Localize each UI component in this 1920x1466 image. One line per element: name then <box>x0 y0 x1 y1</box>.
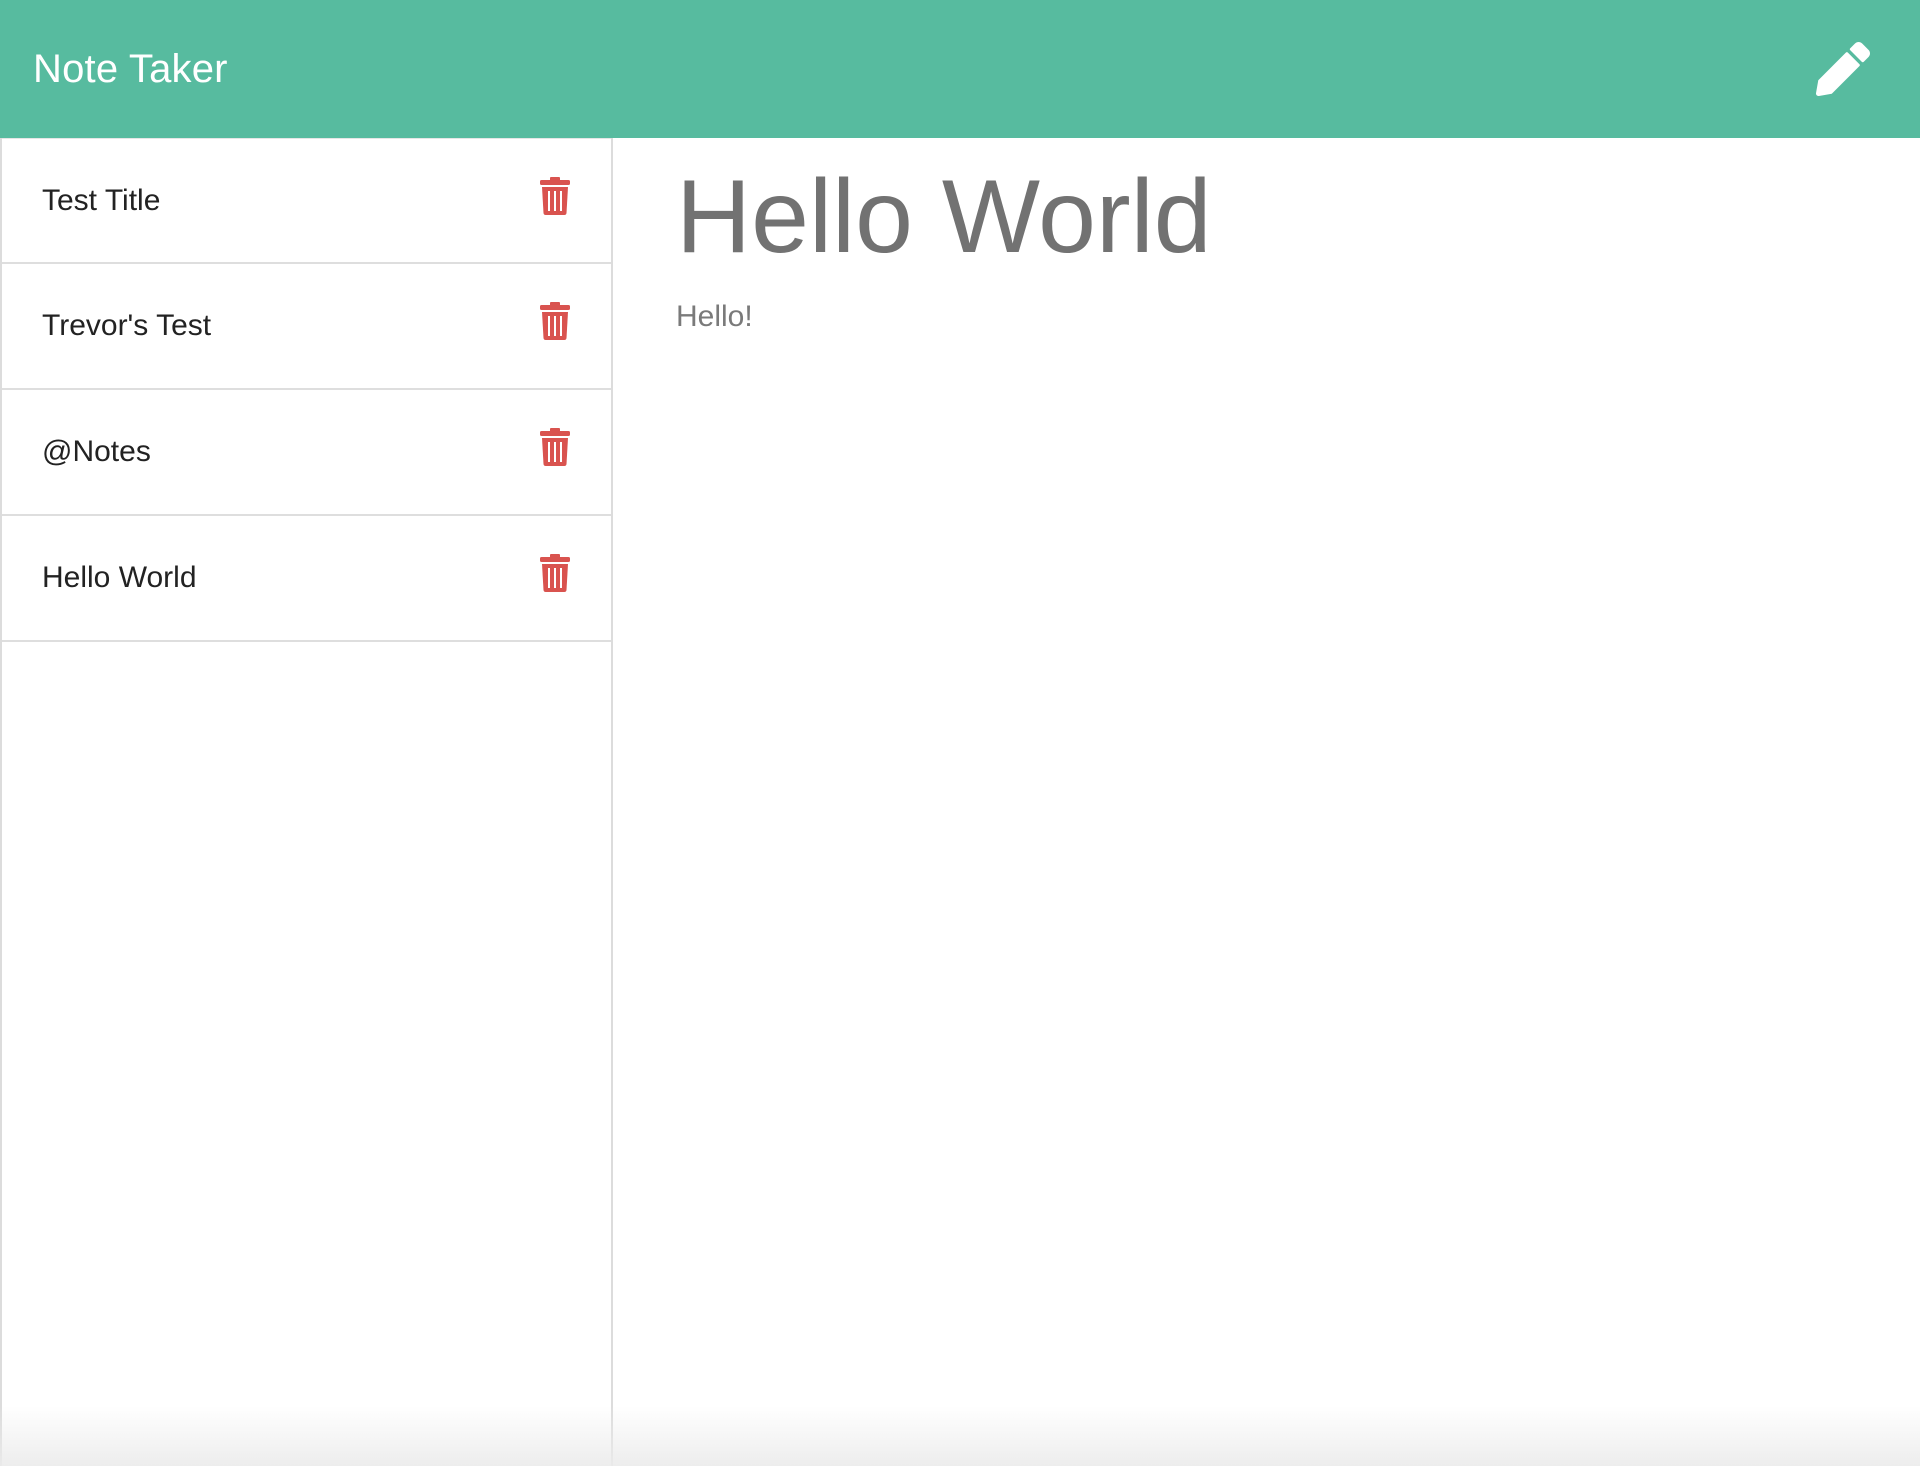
note-title-input[interactable] <box>676 160 1856 275</box>
note-list-title: @Notes <box>42 435 151 468</box>
note-list-title: Hello World <box>42 561 197 594</box>
trash-icon[interactable] <box>539 428 571 466</box>
list-item[interactable]: @Notes <box>2 390 611 516</box>
note-list: Test Title Trevor's Test @Notes Hello Wo… <box>2 138 611 642</box>
trash-icon[interactable] <box>539 176 571 215</box>
note-list-title: Test Title <box>42 183 161 217</box>
brand-title[interactable]: Note Taker <box>33 47 228 92</box>
note-textarea[interactable]: Hello! <box>676 300 1856 901</box>
note-editor: Hello! <box>613 138 1920 1466</box>
list-item[interactable]: Test Title <box>2 138 611 264</box>
pencil-icon[interactable] <box>1816 42 1870 96</box>
trash-icon[interactable] <box>539 302 571 340</box>
note-list-title: Trevor's Test <box>42 309 212 342</box>
list-item[interactable]: Trevor's Test <box>2 264 611 390</box>
trash-icon[interactable] <box>539 554 571 592</box>
note-list-sidebar: Test Title Trevor's Test @Notes Hello Wo… <box>0 138 613 1466</box>
navbar: Note Taker <box>0 0 1920 138</box>
list-item[interactable]: Hello World <box>2 516 611 642</box>
